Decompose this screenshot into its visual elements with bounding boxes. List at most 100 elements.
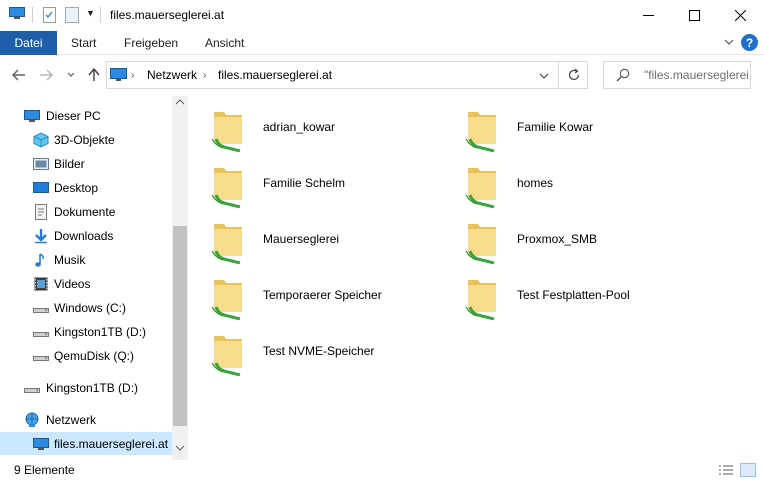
close-icon <box>734 10 746 21</box>
sidebar-item-files-server[interactable]: files.mauerseglerei.at <box>0 432 172 455</box>
tab-file[interactable]: Datei <box>0 31 57 55</box>
share-folder-name: Proxmox_SMB <box>517 232 598 246</box>
share-folder-item[interactable]: Mauerseglerei <box>190 214 430 265</box>
share-folder-name: Test Festplatten-Pool <box>517 288 630 302</box>
3d-objects-icon <box>33 132 49 148</box>
sidebar-item-kingston-d-root[interactable]: Kingston1TB (D:) <box>0 376 172 399</box>
window-title: files.mauerseglerei.at <box>110 8 225 22</box>
sidebar-item-kingston-d[interactable]: Kingston1TB (D:) <box>0 320 172 343</box>
shared-folder-icon <box>464 162 500 209</box>
videos-icon <box>34 277 48 291</box>
pc-icon <box>33 438 49 450</box>
large-icons-view-icon[interactable] <box>740 463 756 477</box>
maximize-button[interactable] <box>671 0 717 31</box>
sidebar-item-label: Kingston1TB (D:) <box>54 325 147 339</box>
sidebar-item-label: Desktop <box>54 181 99 195</box>
shared-folder-icon <box>210 106 246 153</box>
drive-icon <box>33 356 49 361</box>
refresh-button[interactable] <box>558 61 588 89</box>
share-folder-item[interactable]: Familie Kowar <box>444 102 684 153</box>
expand-ribbon-icon[interactable] <box>723 36 735 48</box>
forward-arrow-icon[interactable] <box>38 67 54 83</box>
share-folder-name: Temporaerer Speicher <box>263 288 382 302</box>
share-folder-item[interactable]: adrian_kowar <box>190 102 430 153</box>
tab-share[interactable]: Freigeben <box>124 36 178 50</box>
file-list: adrian_kowar Familie Kowar Familie Schelm h… <box>190 96 764 460</box>
share-folder-item[interactable]: Test Festplatten-Pool <box>444 270 684 321</box>
sidebar-item-3d-objects[interactable]: 3D-Objekte <box>0 128 172 151</box>
sidebar-item-downloads[interactable]: Downloads <box>0 224 172 247</box>
share-folder-item[interactable]: Familie Schelm <box>190 158 430 209</box>
title-bar: ▼ files.mauerseglerei.at <box>0 0 764 31</box>
chevron-down-icon[interactable] <box>538 70 550 82</box>
share-folder-item[interactable]: homes <box>444 158 684 209</box>
share-folder-item[interactable]: Test NVME-Speicher <box>190 326 430 377</box>
breadcrumb-network[interactable]: Netzwerk <box>147 68 197 82</box>
share-folder-name: Mauerseglerei <box>263 232 340 246</box>
sidebar-item-desktop[interactable]: Desktop <box>0 176 172 199</box>
documents-icon <box>35 204 47 220</box>
sidebar-item-this-pc[interactable]: Dieser PC <box>0 104 172 127</box>
refresh-icon <box>568 68 579 81</box>
sidebar-item-label: Dieser PC <box>46 109 101 123</box>
sidebar-item-qemudisk-q[interactable]: QemuDisk (Q:) <box>0 344 172 367</box>
sidebar-item-videos[interactable]: Videos <box>0 272 172 295</box>
recent-locations-icon[interactable] <box>66 67 76 83</box>
minimize-icon <box>642 15 654 16</box>
tab-view[interactable]: Ansicht <box>205 36 244 50</box>
sidebar-item-documents[interactable]: Dokumente <box>0 200 172 223</box>
shared-folder-icon <box>464 274 500 321</box>
search-input[interactable]: "files.mauerseglerei.at" durchsuchen <box>644 68 748 82</box>
scrollbar-thumb[interactable] <box>173 226 187 426</box>
sidebar-item-label: files.mauerseglerei.at <box>54 437 169 451</box>
chevron-down-icon <box>176 445 184 451</box>
title-separator <box>100 7 101 23</box>
network-icon <box>25 412 39 427</box>
share-folder-name: homes <box>517 176 554 190</box>
help-button[interactable]: ? <box>741 34 758 51</box>
drive-icon <box>33 308 49 313</box>
scroll-down-button[interactable] <box>172 445 188 457</box>
shared-folder-icon <box>210 274 246 321</box>
sidebar-item-network[interactable]: Netzwerk <box>0 408 172 431</box>
status-bar: 9 Elemente <box>0 460 764 482</box>
sidebar-item-label: Bilder <box>54 157 85 171</box>
tab-start[interactable]: Start <box>71 36 96 50</box>
quick-access-dropdown-icon[interactable]: ▼ <box>86 8 95 18</box>
drive-icon <box>33 332 49 337</box>
pc-icon <box>24 110 40 122</box>
breadcrumb-server[interactable]: files.mauerseglerei.at <box>218 68 332 82</box>
breadcrumb-separator[interactable]: › <box>131 70 134 81</box>
shared-folder-icon <box>210 330 246 377</box>
minimize-button[interactable] <box>625 0 671 31</box>
shared-folder-icon <box>464 106 500 153</box>
details-view-icon[interactable] <box>718 464 734 476</box>
desktop-icon <box>33 182 49 193</box>
shared-folder-icon <box>464 218 500 265</box>
sidebar-item-pictures[interactable]: Bilder <box>0 152 172 175</box>
properties-icon[interactable] <box>43 7 56 23</box>
downloads-icon <box>35 229 47 244</box>
up-arrow-icon[interactable] <box>86 67 102 83</box>
back-arrow-icon[interactable] <box>11 67 27 83</box>
share-folder-name: Test NVME-Speicher <box>263 344 375 358</box>
search-box[interactable]: "files.mauerseglerei.at" durchsuchen <box>603 61 751 89</box>
sidebar-item-label: QemuDisk (Q:) <box>54 349 135 363</box>
sidebar-item-label: Musik <box>54 253 86 267</box>
share-folder-item[interactable]: Proxmox_SMB <box>444 214 684 265</box>
scroll-up-button[interactable] <box>172 99 188 111</box>
sidebar-item-windows-c[interactable]: Windows (C:) <box>0 296 172 319</box>
new-folder-icon[interactable] <box>65 7 79 23</box>
share-folder-name: adrian_kowar <box>263 120 336 134</box>
navigation-pane: Dieser PC 3D-Objekte Bilder Desktop Doku… <box>0 96 188 460</box>
address-bar[interactable]: › Netzwerk › files.mauerseglerei.at <box>106 61 588 89</box>
share-folder-name: Familie Kowar <box>517 120 594 134</box>
shared-folder-icon <box>210 218 246 265</box>
share-folder-item[interactable]: Temporaerer Speicher <box>190 270 430 321</box>
sidebar-item-music[interactable]: Musik <box>0 248 172 271</box>
this-pc-icon <box>9 7 25 19</box>
close-button[interactable] <box>717 0 763 31</box>
breadcrumb-separator[interactable]: › <box>203 70 206 81</box>
share-folder-name: Familie Schelm <box>263 176 346 190</box>
quick-access-separator <box>32 7 33 23</box>
